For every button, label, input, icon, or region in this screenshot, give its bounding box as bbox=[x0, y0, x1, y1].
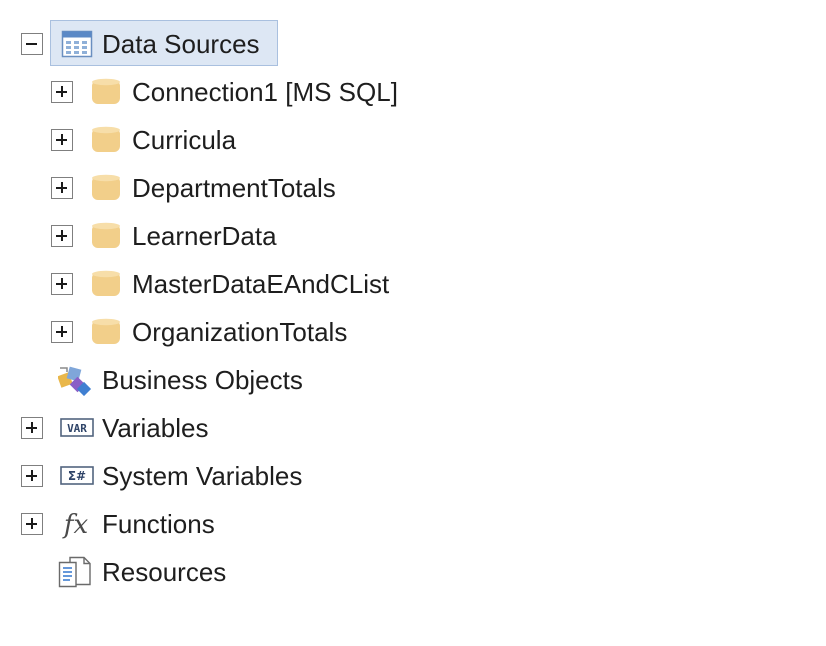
expand-toggle[interactable] bbox=[51, 129, 73, 151]
tree-node-label: Functions bbox=[102, 509, 215, 539]
tree-node-label: Curricula bbox=[132, 125, 237, 155]
expand-toggle[interactable] bbox=[21, 417, 43, 439]
expand-toggle[interactable] bbox=[51, 225, 73, 247]
dictionary-tree: Data Sources Connection1 [MS SQL] Curric… bbox=[0, 0, 826, 646]
business-objects-icon bbox=[58, 364, 92, 396]
expand-toggle[interactable] bbox=[21, 465, 43, 487]
database-icon bbox=[89, 316, 123, 348]
tree-node-label: Business Objects bbox=[102, 365, 303, 395]
tree-node-label: Variables bbox=[102, 413, 209, 443]
expand-toggle[interactable] bbox=[51, 177, 73, 199]
database-icon bbox=[89, 268, 123, 300]
system-variables-icon: Σ# bbox=[60, 460, 94, 492]
tree-node-label: LearnerData bbox=[132, 221, 277, 251]
expand-toggle[interactable] bbox=[51, 81, 73, 103]
database-icon bbox=[89, 220, 123, 252]
fx-icon-text: fx bbox=[62, 510, 89, 540]
data-sources-icon bbox=[60, 28, 94, 60]
expand-toggle[interactable] bbox=[21, 513, 43, 535]
system-variables-icon-text: Σ# bbox=[68, 469, 86, 483]
tree-node-label: OrganizationTotals bbox=[132, 317, 348, 347]
database-icon bbox=[89, 124, 123, 156]
tree-node-label: Resources bbox=[102, 557, 227, 587]
expand-toggle[interactable] bbox=[51, 321, 73, 343]
var-icon-text: VAR bbox=[67, 422, 87, 435]
database-icon bbox=[89, 172, 123, 204]
tree-node-label: System Variables bbox=[102, 461, 303, 491]
collapse-toggle[interactable] bbox=[21, 33, 43, 55]
tree-node-label: Data Sources bbox=[102, 29, 260, 59]
tree-node-label: Connection1 [MS SQL] bbox=[132, 77, 398, 107]
fx-icon: fx bbox=[60, 508, 94, 540]
expand-toggle[interactable] bbox=[51, 273, 73, 295]
resources-icon bbox=[58, 556, 92, 588]
tree-node-label: DepartmentTotals bbox=[132, 173, 336, 203]
tree-node-label: MasterDataEAndCList bbox=[132, 269, 390, 299]
var-icon: VAR bbox=[60, 412, 94, 444]
database-icon bbox=[89, 76, 123, 108]
